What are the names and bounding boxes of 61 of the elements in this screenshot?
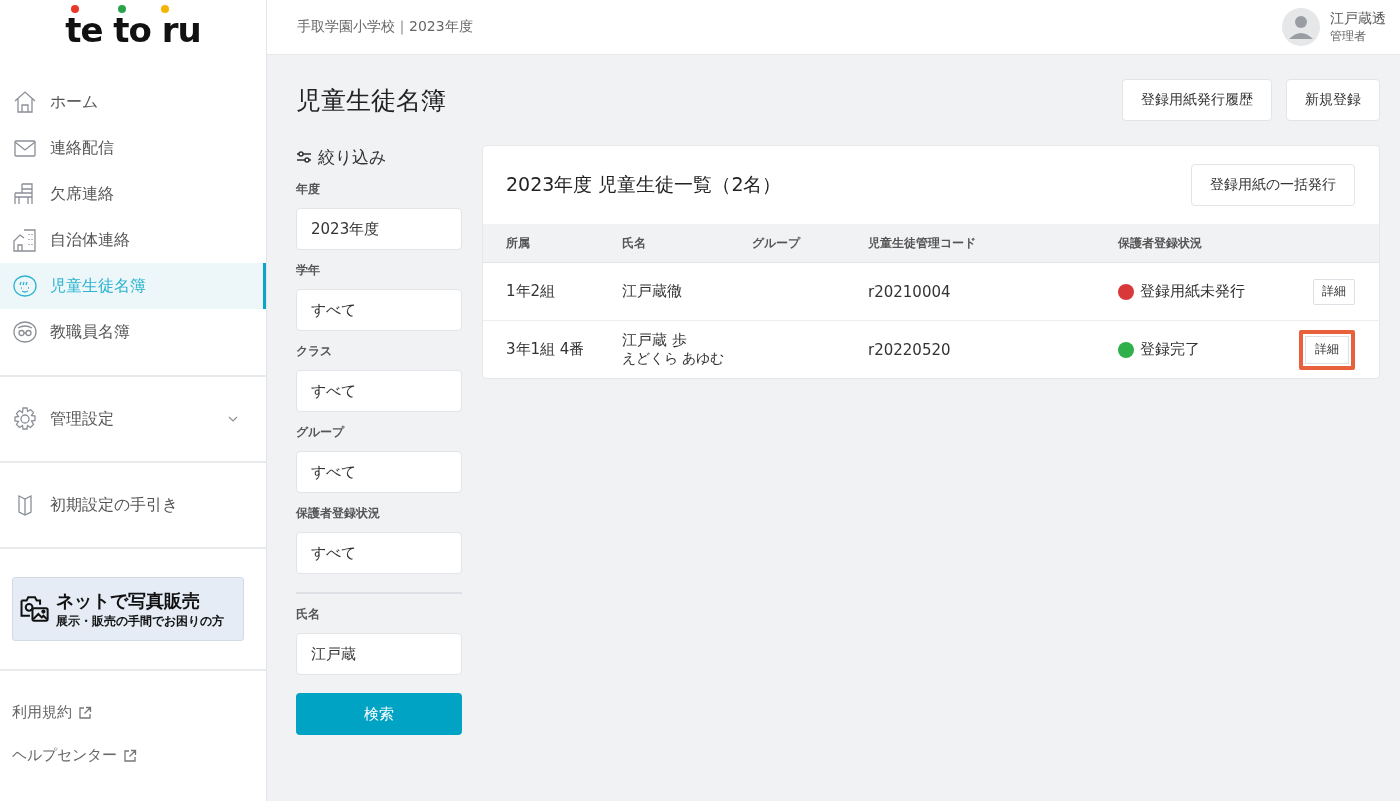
sidebar-item[interactable]: 自治体連絡 xyxy=(0,217,266,263)
banner-title: ネットで写真販売 xyxy=(56,588,201,613)
column-header: 児童生徒管理コード xyxy=(868,234,977,252)
table-cell-text: 3年1組 4番 xyxy=(506,340,586,359)
field-label: 保護者登録状況 xyxy=(296,505,381,522)
guide-link[interactable]: 初期設定の手引き xyxy=(0,463,266,547)
table-cell-text: 1年2組 xyxy=(506,282,557,301)
external-link[interactable]: 利用規約 xyxy=(12,703,254,722)
filter-icon xyxy=(296,151,312,163)
sidebar-item[interactable]: 連絡配信 xyxy=(0,125,266,171)
header-button[interactable]: 新規登録 xyxy=(1286,79,1380,121)
chevron-icon xyxy=(228,416,238,422)
select-field[interactable]: すべて xyxy=(296,370,462,412)
list-title: 2023年度 児童生徒一覧（2名） xyxy=(506,172,782,197)
status-label: 登録完了 xyxy=(1140,340,1200,359)
glasses-face-icon xyxy=(12,319,38,345)
avatar-icon xyxy=(1282,8,1320,46)
tetoru-logo: te to ru xyxy=(65,4,201,46)
field-label: クラス xyxy=(296,343,333,360)
sidebar-item[interactable]: 教職員名簿 xyxy=(0,309,266,355)
column-header: 所属 xyxy=(506,234,531,252)
student-kana: えどくら あゆむ xyxy=(622,350,726,368)
field-label: 学年 xyxy=(296,262,321,279)
select-field[interactable]: 2023年度 xyxy=(296,208,462,250)
user-role: 管理者 xyxy=(1330,27,1367,45)
home-icon xyxy=(12,89,38,115)
column-header: グループ xyxy=(752,234,802,252)
student-name: 江戸蔵徹 xyxy=(622,282,683,301)
external-link[interactable]: ヘルプセンター xyxy=(12,746,254,765)
table-cell-text: r20210004 xyxy=(868,282,952,301)
settings-menu-item[interactable]: 管理設定 xyxy=(0,377,266,461)
select-field[interactable]: すべて xyxy=(296,289,462,331)
external-link-icon xyxy=(78,705,92,720)
building-icon xyxy=(12,227,38,253)
school-year-label: 手取学園小学校｜2023年度 xyxy=(297,18,473,36)
header-button[interactable]: 登録用紙発行履歴 xyxy=(1122,79,1272,121)
detail-button[interactable]: 詳細 xyxy=(1299,329,1355,370)
detail-button[interactable]: 詳細 xyxy=(1313,278,1355,305)
student-name: 江戸蔵 歩 xyxy=(622,331,688,350)
column-header: 氏名 xyxy=(622,234,647,252)
field-label: 氏名 xyxy=(296,606,321,623)
photo-sale-banner[interactable]: ネットで写真販売 展示・販売の手間でお困りの方 xyxy=(12,577,244,641)
camera-photo-icon xyxy=(19,593,51,625)
name-input-field[interactable]: 江戸蔵 xyxy=(296,633,462,675)
bulk-issue-button[interactable]: 登録用紙の一括発行 xyxy=(1191,164,1355,206)
sidebar-item[interactable]: 欠席連絡 xyxy=(0,171,266,217)
sidebar-item[interactable]: ホーム xyxy=(0,79,266,125)
field-label: グループ xyxy=(296,424,346,441)
banner-subtitle: 展示・販売の手間でお困りの方 xyxy=(56,612,224,630)
filter-title: 絞り込み xyxy=(318,145,386,169)
face-icon xyxy=(12,273,38,299)
column-header: 保護者登録状況 xyxy=(1118,234,1203,252)
select-field[interactable]: すべて xyxy=(296,451,462,493)
status-label: 登録用紙未発行 xyxy=(1140,282,1245,301)
settings-icon xyxy=(12,406,38,432)
select-field[interactable]: すべて xyxy=(296,532,462,574)
external-link-icon xyxy=(123,748,137,763)
page-title: 児童生徒名簿 xyxy=(296,84,446,117)
field-label: 年度 xyxy=(296,181,321,198)
table-cell-text: r20220520 xyxy=(868,340,952,359)
user-name: 江戸蔵透 xyxy=(1330,9,1386,28)
